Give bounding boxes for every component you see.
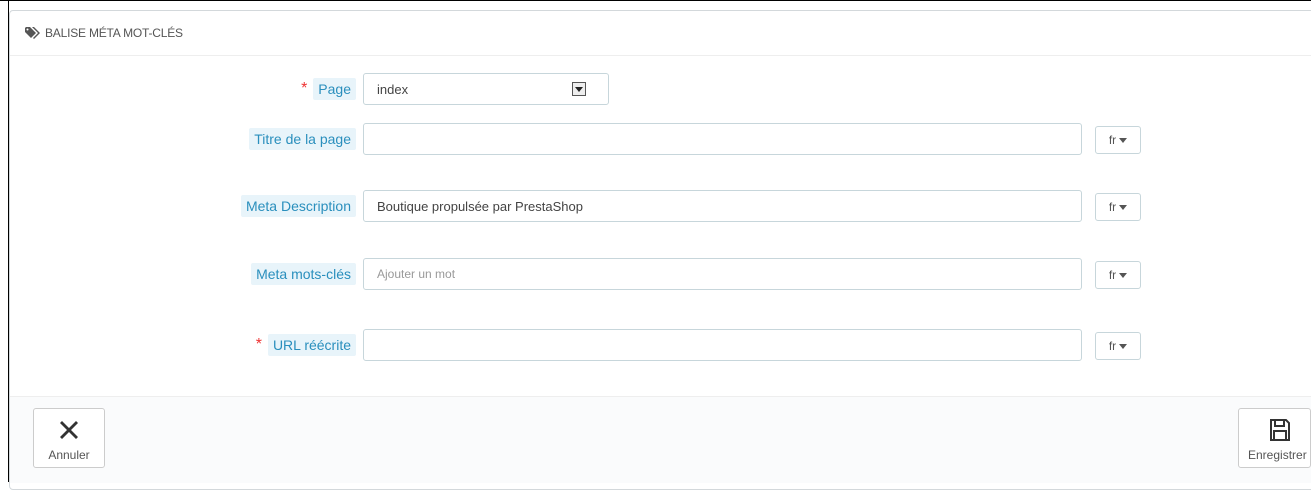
tags-icon	[25, 27, 41, 39]
keywords-label: Meta mots-clés	[251, 263, 356, 285]
save-label: Enregistrer	[1248, 448, 1307, 462]
save-button[interactable]: Enregistrer	[1238, 408, 1311, 468]
url-label-wrap: * URL réécrite	[256, 329, 356, 361]
description-lang-dropdown[interactable]: fr	[1095, 193, 1141, 221]
title-lang-dropdown[interactable]: fr	[1095, 126, 1141, 154]
title-label: Titre de la page	[249, 128, 356, 150]
lang-label: fr	[1108, 268, 1117, 282]
page-label: Page	[313, 78, 356, 100]
description-label: Meta Description	[240, 195, 356, 217]
url-input[interactable]	[363, 329, 1082, 361]
required-marker: *	[255, 336, 262, 353]
caret-down-icon	[1119, 272, 1128, 278]
title-input[interactable]	[363, 123, 1082, 155]
title-label-wrap: Titre de la page	[249, 123, 356, 155]
lang-label: fr	[1108, 339, 1117, 353]
close-icon	[58, 418, 80, 442]
caret-down-icon	[1119, 137, 1128, 143]
keywords-label-wrap: Meta mots-clés	[251, 258, 356, 290]
page-select[interactable]: index	[363, 73, 609, 105]
page-label-wrap: * Page	[301, 73, 356, 105]
panel-title: BALISE MÉTA MOT-CLÉS	[45, 26, 183, 40]
page-row: * Page index	[0, 73, 1311, 105]
keywords-lang-dropdown[interactable]: fr	[1095, 261, 1141, 289]
url-row: * URL réécrite fr	[0, 329, 1311, 361]
page-select-value: index	[377, 81, 409, 97]
keywords-placeholder: Ajouter un mot	[377, 267, 456, 281]
url-lang-dropdown[interactable]: fr	[1095, 332, 1141, 360]
caret-down-icon	[1119, 204, 1128, 210]
panel-heading: BALISE MÉTA MOT-CLÉS	[10, 11, 1311, 56]
url-label: URL réécrite	[267, 334, 356, 356]
description-label-wrap: Meta Description	[240, 190, 356, 222]
description-row: Meta Description Boutique propulsée par …	[0, 190, 1311, 222]
panel-footer	[10, 396, 1311, 483]
keywords-row: Meta mots-clés Ajouter un mot fr	[0, 258, 1311, 290]
cancel-button[interactable]: Annuler	[33, 408, 105, 468]
caret-down-icon	[1119, 343, 1128, 349]
window-top-border	[0, 0, 1311, 1]
title-row: Titre de la page fr	[0, 123, 1311, 155]
description-input-value: Boutique propulsée par PrestaShop	[377, 198, 583, 214]
cancel-label: Annuler	[48, 448, 90, 462]
chevron-down-icon[interactable]	[572, 82, 586, 96]
lang-label: fr	[1108, 200, 1117, 214]
save-icon	[1269, 418, 1291, 442]
description-input[interactable]: Boutique propulsée par PrestaShop	[363, 190, 1082, 222]
required-marker: *	[301, 80, 308, 97]
keywords-tag-input[interactable]: Ajouter un mot	[363, 258, 1082, 290]
lang-label: fr	[1108, 133, 1117, 147]
